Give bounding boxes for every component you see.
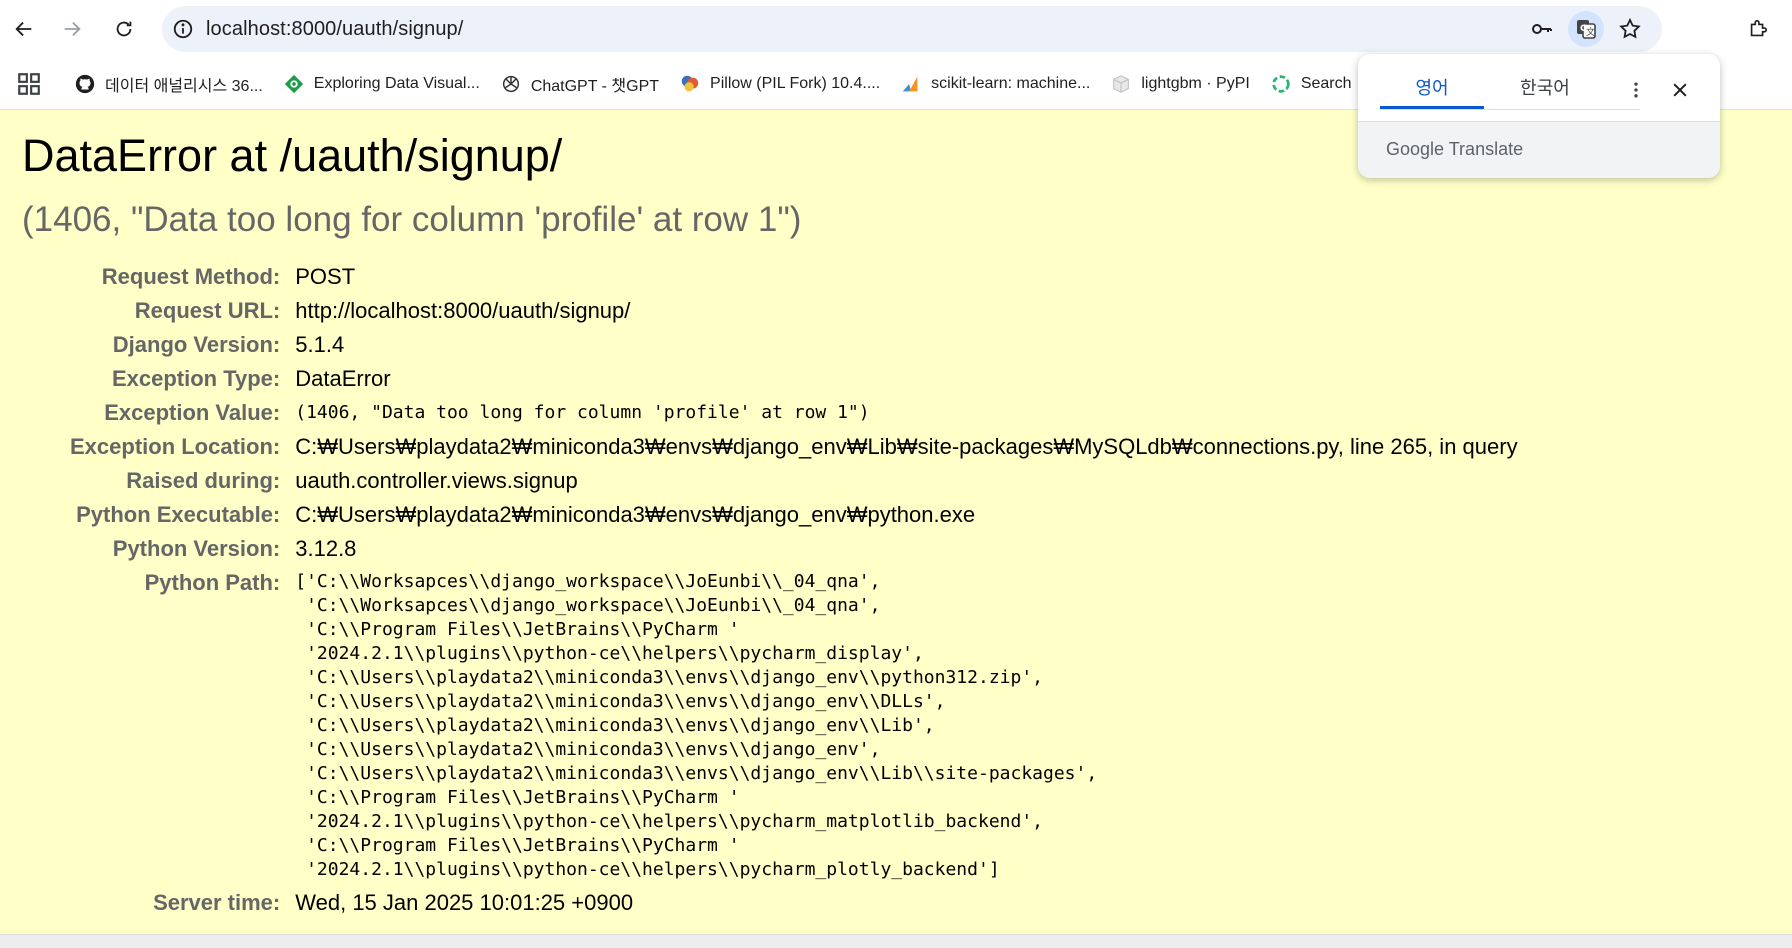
- row-label: Raised during:: [126, 468, 281, 493]
- table-row: Request Method: POST: [70, 260, 1518, 294]
- more-vert-icon: [1634, 82, 1638, 98]
- translate-close-button[interactable]: [1664, 74, 1696, 106]
- close-icon: [1673, 83, 1687, 97]
- forward-button[interactable]: [52, 9, 92, 49]
- bookmark-scikit-learn[interactable]: scikit-learn: machine...: [890, 66, 1100, 102]
- request-meta-table: Request Method: POST Request URL: http:/…: [70, 260, 1518, 920]
- translate-icon: G文: [1577, 20, 1596, 39]
- table-row: Django Version: 5.1.4: [70, 328, 1518, 362]
- site-info-icon[interactable]: [172, 18, 194, 40]
- row-label: Exception Type:: [111, 366, 281, 391]
- bookmark-data-analysis[interactable]: 데이터 애널리시스 36...: [64, 66, 273, 102]
- table-row: Exception Type: DataError: [70, 362, 1518, 396]
- bookmark-label: 데이터 애널리시스 36...: [105, 77, 263, 95]
- apps-grid-icon[interactable]: [16, 71, 42, 97]
- puzzle-icon: [1750, 19, 1768, 37]
- bookmark-label: Pillow (PIL Fork) 10.4....: [710, 74, 881, 92]
- table-row: Exception Value: (1406, "Data too long f…: [70, 396, 1518, 430]
- bookmark-label: Exploring Data Visual...: [313, 74, 480, 92]
- row-label: Exception Value:: [104, 400, 281, 425]
- row-label: Server time:: [153, 890, 281, 915]
- request-method-value: POST: [295, 264, 356, 289]
- table-row: Exception Location: C:₩Users₩playdata2₩m…: [70, 430, 1518, 464]
- pypi-icon: [1110, 73, 1132, 95]
- translate-popup: 영어 한국어 Google Translate: [1358, 54, 1720, 178]
- key-icon: [1532, 24, 1552, 34]
- search-ring-icon: [1270, 73, 1292, 95]
- bookmark-pillow[interactable]: Pillow (PIL Fork) 10.4....: [669, 66, 890, 102]
- extensions-button[interactable]: [1738, 9, 1778, 49]
- table-row: Python Version: 3.12.8: [70, 532, 1518, 566]
- page-title: DataError at /uauth/signup/: [22, 130, 563, 181]
- python-executable-value: C:₩Users₩playdata2₩miniconda3₩envs₩djang…: [295, 502, 976, 527]
- google-translate-brand: Google Translate: [1386, 139, 1523, 160]
- row-label: Exception Location:: [70, 434, 281, 459]
- back-button[interactable]: [4, 9, 44, 49]
- password-key-button[interactable]: [1524, 11, 1560, 47]
- python-version-value: 3.12.8: [295, 536, 357, 561]
- translate-language-tabs: 영어 한국어: [1380, 68, 1640, 110]
- reload-button[interactable]: [104, 9, 144, 49]
- bookmark-label: Search: [1300, 74, 1352, 92]
- django-version-value: 5.1.4: [295, 332, 345, 357]
- python-path-cell: ['C:\\Worksapces\\django_workspace\\JoEu…: [295, 566, 1517, 886]
- row-label: Django Version:: [112, 332, 281, 357]
- translate-footer: Google Translate: [1358, 121, 1720, 178]
- request-url-value: http://localhost:8000/uauth/signup/: [295, 298, 631, 323]
- tab-korean[interactable]: 한국어: [1490, 68, 1600, 109]
- data-visual-icon: [283, 73, 305, 95]
- table-row: Server time: Wed, 15 Jan 2025 10:01:25 +…: [70, 886, 1518, 920]
- bookmark-star-button[interactable]: [1612, 11, 1648, 47]
- browser-toolbar: localhost:8000/uauth/signup/ G文: [0, 0, 1792, 58]
- bookmark-label: ChatGPT - 챗GPT: [530, 77, 660, 95]
- row-label: Python Executable:: [76, 502, 281, 527]
- exception-value-value: (1406, "Data too long for column 'profil…: [295, 402, 870, 423]
- google-wordmark: Google: [1386, 139, 1445, 159]
- tab-english[interactable]: 영어: [1380, 68, 1484, 109]
- exception-location-value: C:₩Users₩playdata2₩miniconda3₩envs₩djang…: [295, 434, 1518, 459]
- exception-summary: (1406, "Data too long for column 'profil…: [22, 200, 802, 239]
- github-icon: [74, 73, 96, 95]
- python-path-value: ['C:\\Worksapces\\django_workspace\\JoEu…: [295, 571, 1098, 880]
- row-label: Python Version:: [112, 536, 281, 561]
- bookmark-search[interactable]: Search: [1260, 66, 1362, 102]
- page-bottom-edge: [0, 934, 1792, 948]
- table-row: Python Path: ['C:\\Worksapces\\django_wo…: [70, 566, 1518, 886]
- row-label: Request URL:: [134, 298, 281, 323]
- bookmark-label: lightgbm · PyPI: [1141, 74, 1250, 92]
- arrow-right-icon: [64, 21, 81, 37]
- arrow-left-icon: [15, 21, 32, 37]
- pillow-icon: [679, 73, 701, 95]
- row-label: Request Method:: [101, 264, 281, 289]
- error-page: DataError at /uauth/signup/ (1406, "Data…: [0, 110, 1792, 934]
- address-bar[interactable]: localhost:8000/uauth/signup/ G文: [162, 6, 1662, 52]
- exception-type-value: DataError: [295, 366, 391, 391]
- raised-during-value: uauth.controller.views.signup: [295, 468, 578, 493]
- bookmark-exploring-data[interactable]: Exploring Data Visual...: [273, 66, 490, 102]
- svg-text:文: 文: [1586, 26, 1595, 38]
- openai-icon: [500, 73, 522, 95]
- row-label: Python Path:: [144, 570, 281, 595]
- translate-wordmark: Translate: [1448, 139, 1524, 159]
- server-time-value: Wed, 15 Jan 2025 10:01:25 +0900: [295, 890, 634, 915]
- translate-button[interactable]: G文: [1568, 11, 1604, 47]
- bookmark-lightgbm[interactable]: lightgbm · PyPI: [1100, 66, 1259, 102]
- url-text[interactable]: localhost:8000/uauth/signup/: [206, 18, 463, 41]
- table-row: Python Executable: C:₩Users₩playdata2₩mi…: [70, 498, 1518, 532]
- star-icon: [1619, 17, 1641, 39]
- scikit-icon: [900, 73, 922, 95]
- reload-icon: [116, 21, 132, 37]
- translate-options-button[interactable]: [1620, 74, 1652, 106]
- bookmark-label: scikit-learn: machine...: [931, 74, 1091, 92]
- table-row: Request URL: http://localhost:8000/uauth…: [70, 294, 1518, 328]
- table-row: Raised during: uauth.controller.views.si…: [70, 464, 1518, 498]
- bookmark-chatgpt[interactable]: ChatGPT - 챗GPT: [490, 66, 669, 102]
